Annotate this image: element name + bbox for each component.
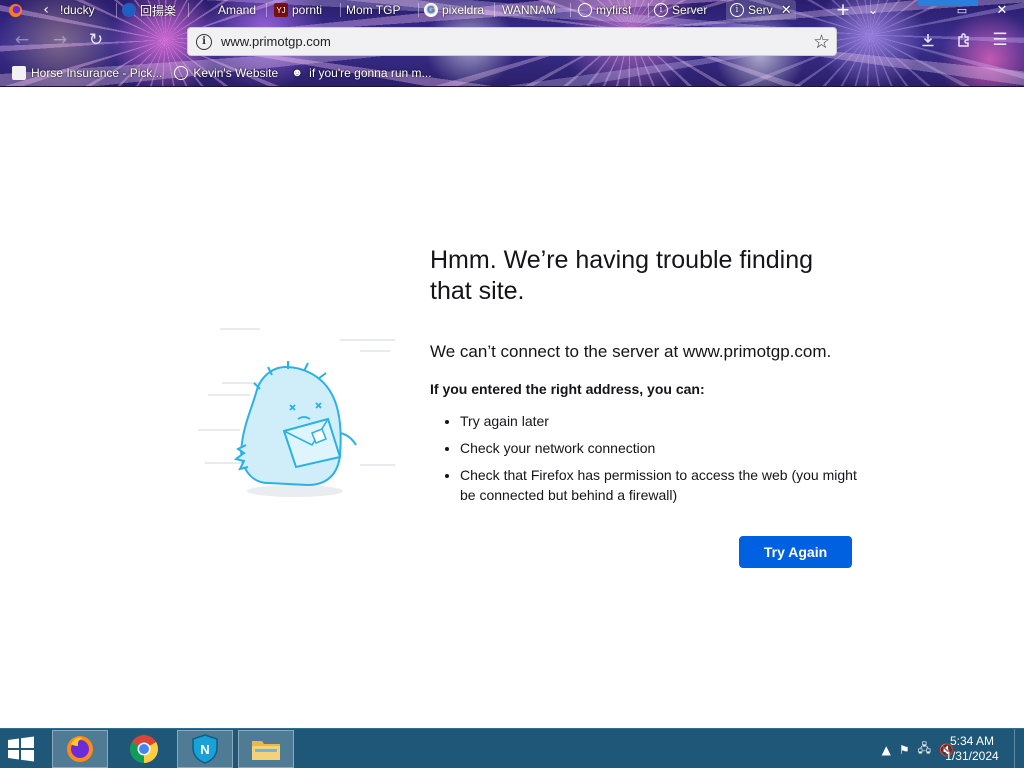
tab-label: Amand xyxy=(218,3,257,17)
tab-separator xyxy=(340,3,341,17)
tab-myfirst[interactable]: myfirst xyxy=(578,0,644,20)
shield-icon: N xyxy=(192,734,218,764)
tab-pornti[interactable]: YJ pornti xyxy=(274,0,336,20)
tab-separator xyxy=(494,3,495,17)
error-suggestions-list: Try again later Check your network conne… xyxy=(430,411,860,505)
tab-separator xyxy=(116,3,117,17)
tray-expand-chevron-icon[interactable]: ▲ xyxy=(882,743,891,757)
error-content: Hmm. We’re having trouble finding that s… xyxy=(430,245,860,512)
suggestion-item: Try again later xyxy=(460,411,860,431)
tab-scroll-left-icon[interactable]: ‹ xyxy=(36,0,56,20)
extensions-puzzle-icon[interactable] xyxy=(950,26,978,54)
windows-taskbar: N ▲ ⚑ 🖧 🔇 5:34 AM 1/31/2024 xyxy=(0,728,1024,769)
firefox-icon xyxy=(67,736,93,762)
page-icon xyxy=(12,66,26,80)
menu-hamburger-icon[interactable]: ☰ xyxy=(986,26,1014,54)
error-suggestions-intro: If you entered the right address, you ca… xyxy=(430,381,705,397)
bookmark-label: if you're gonna run m... xyxy=(309,66,432,80)
tab-separator xyxy=(570,3,571,17)
window-minimize-icon[interactable]: ▭ xyxy=(950,0,974,20)
try-again-button[interactable]: Try Again xyxy=(739,536,852,568)
tab-label: myfirst xyxy=(596,3,632,17)
tab-list-chevron-icon[interactable]: ⌄ xyxy=(862,0,884,20)
bookmarks-toolbar: Horse Insurance - Pick... Kevin's Websit… xyxy=(0,60,1024,86)
browser-chrome: ‹ !ducky 回揚楽 Amand YJ pornti Mom TGP G p… xyxy=(0,0,1024,87)
tab-label: !ducky xyxy=(60,3,95,17)
info-icon: i xyxy=(730,3,744,17)
tab-label: Serv xyxy=(748,3,773,17)
taskbar-chrome[interactable] xyxy=(116,730,172,768)
error-description: We can’t connect to the server at www.pr… xyxy=(430,342,832,361)
reload-icon[interactable]: ↻ xyxy=(82,26,110,54)
tab-label: pornti xyxy=(292,3,323,17)
firefox-logo-icon[interactable] xyxy=(4,0,26,20)
site-info-icon[interactable]: i xyxy=(196,33,212,50)
bookmark-label: Horse Insurance - Pick... xyxy=(31,66,163,80)
yj-icon: YJ xyxy=(274,3,288,17)
tab-amand[interactable]: Amand xyxy=(218,0,262,20)
tab-separator xyxy=(418,3,419,17)
google-icon: G xyxy=(424,3,438,17)
chrome-style-icon xyxy=(578,3,592,17)
mask-icon: ☻ xyxy=(291,67,303,79)
action-center-flag-icon[interactable]: ⚑ xyxy=(899,743,910,757)
globe-icon xyxy=(174,66,189,80)
tab-label: pixeldra xyxy=(442,3,485,17)
taskbar-clock[interactable]: 5:34 AM 1/31/2024 xyxy=(942,734,1002,764)
taskbar-file-explorer[interactable] xyxy=(238,730,294,768)
tab-strip: ‹ !ducky 回揚楽 Amand YJ pornti Mom TGP G p… xyxy=(0,0,1024,20)
tab-separator xyxy=(188,3,189,17)
svg-text:N: N xyxy=(200,742,209,757)
tab-separator xyxy=(648,3,649,17)
tab-label: 回揚楽 xyxy=(140,3,177,18)
error-title: Hmm. We’re having trouble finding that s… xyxy=(430,246,814,305)
suggestion-item: Check that Firefox has permission to acc… xyxy=(460,465,860,505)
folder-icon xyxy=(252,741,280,760)
suggestion-item: Check your network connection xyxy=(460,438,860,458)
blue-dot-icon xyxy=(122,3,136,17)
dino-illustration xyxy=(190,315,405,505)
close-tab-icon[interactable]: ✕ xyxy=(781,2,792,18)
tab-ducky[interactable]: !ducky xyxy=(60,0,114,20)
bookmark-horse-insurance[interactable]: Horse Insurance - Pick... xyxy=(12,66,162,80)
tab-pixeldra[interactable]: G pixeldra xyxy=(424,0,490,20)
tab-mom-tgp[interactable]: Mom TGP xyxy=(346,0,414,20)
navigation-bar: ← → ↻ i www.primotgp.com ☆ ☰ xyxy=(0,24,1024,60)
clock-date: 1/31/2024 xyxy=(945,749,999,763)
tab-separator xyxy=(266,3,267,17)
taskbar-firefox[interactable] xyxy=(52,730,108,768)
chrome-icon xyxy=(130,735,158,763)
network-icon[interactable]: 🖧 xyxy=(918,739,931,760)
tab-label: Server xyxy=(672,3,708,17)
taskbar-norton[interactable]: N xyxy=(177,730,233,768)
tab-wannam[interactable]: WANNAM xyxy=(502,0,566,20)
info-icon: i xyxy=(654,3,668,17)
show-desktop-button[interactable] xyxy=(1014,729,1024,769)
back-arrow-icon[interactable]: ← xyxy=(8,26,36,54)
bookmark-kevins-website[interactable]: Kevin's Website xyxy=(174,66,278,80)
clock-time: 5:34 AM xyxy=(949,734,995,748)
window-close-icon[interactable]: ✕ xyxy=(990,0,1014,20)
bookmark-label: Kevin's Website xyxy=(193,66,279,80)
downloads-icon[interactable] xyxy=(914,26,942,54)
forward-arrow-icon[interactable]: → xyxy=(46,26,74,54)
new-tab-icon[interactable]: + xyxy=(832,0,854,20)
tab-server-active[interactable]: i Serv ✕ xyxy=(726,0,796,20)
bookmark-star-icon[interactable]: ☆ xyxy=(813,31,830,53)
bookmark-if-youre-gonna[interactable]: ☻ if you're gonna run m... xyxy=(290,66,431,80)
address-bar[interactable]: i www.primotgp.com ☆ xyxy=(187,27,837,56)
url-text[interactable]: www.primotgp.com xyxy=(221,34,331,49)
tab-server[interactable]: i Server xyxy=(654,0,720,20)
tab-chinese[interactable]: 回揚楽 xyxy=(122,0,186,20)
tab-label: WANNAM xyxy=(502,3,557,17)
tab-label: Mom TGP xyxy=(346,3,401,17)
windows-start-button[interactable] xyxy=(6,735,40,763)
